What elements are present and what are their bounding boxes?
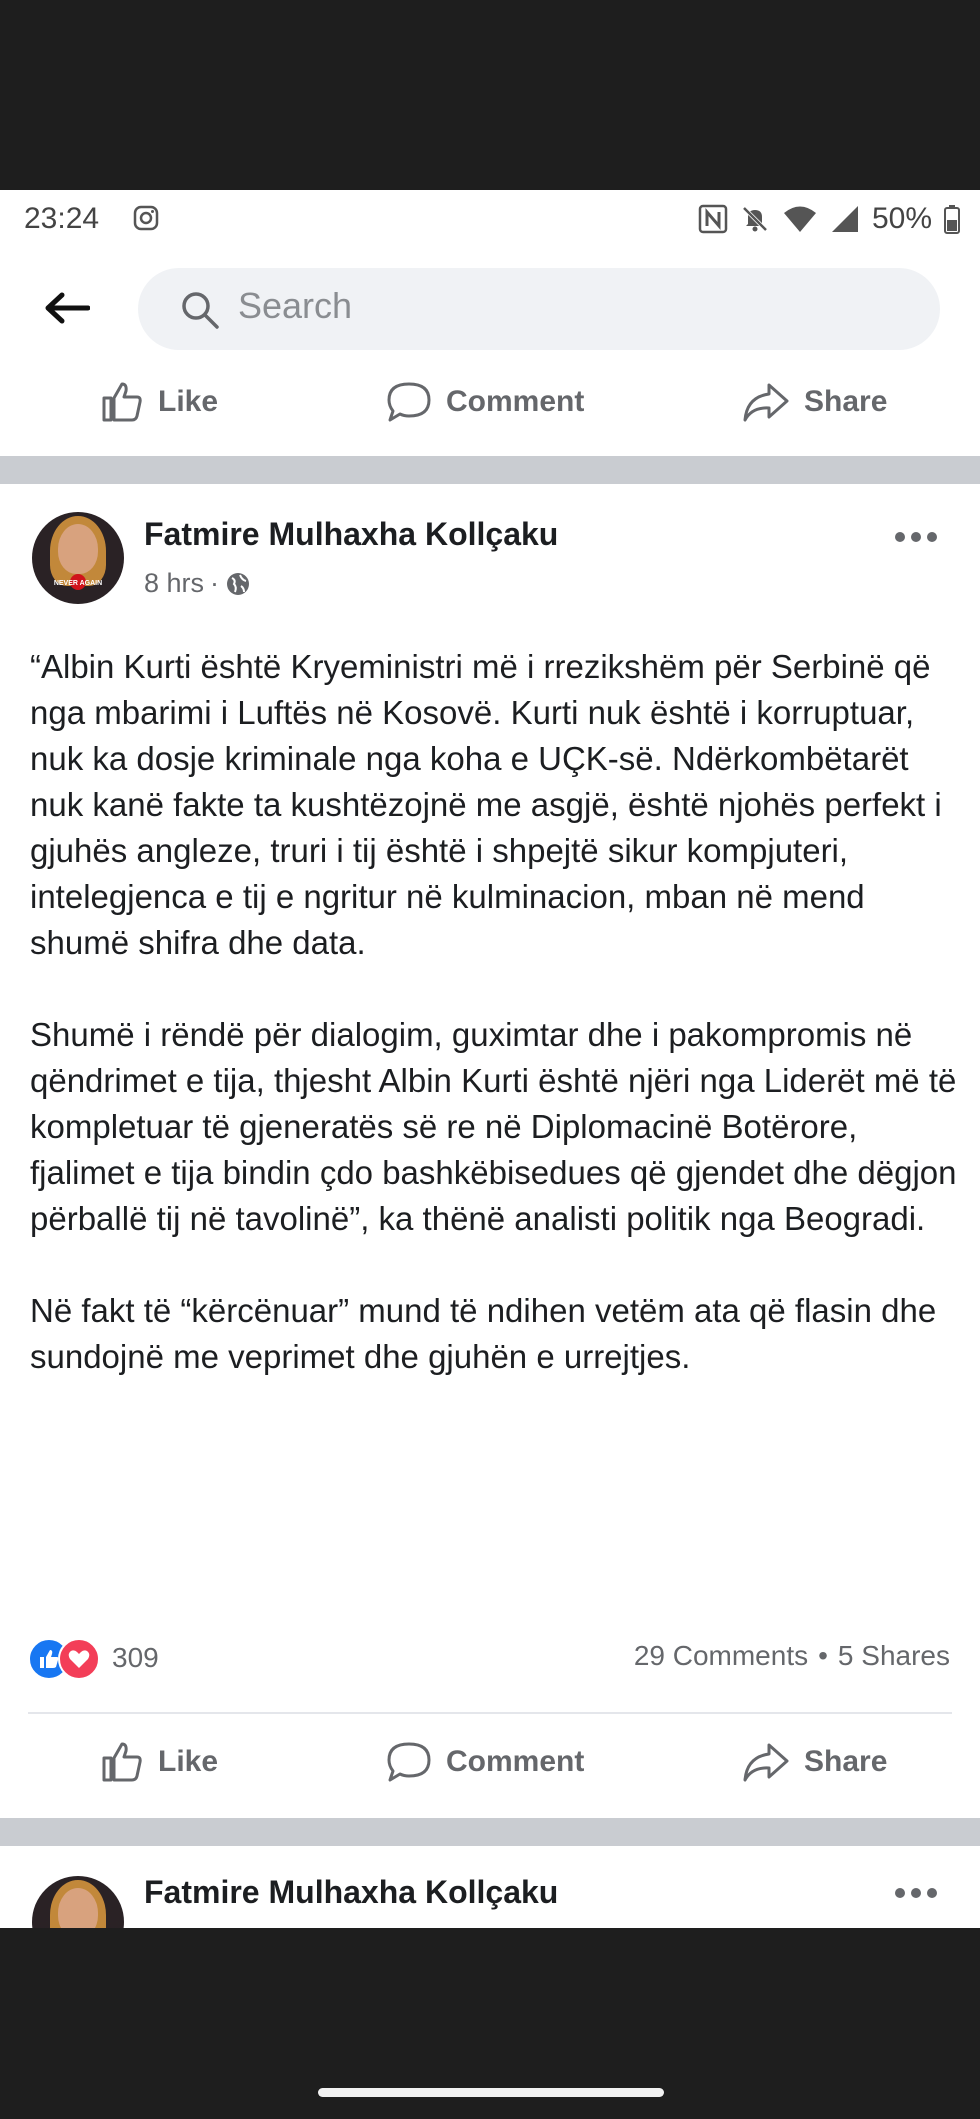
reaction-icons bbox=[28, 1638, 102, 1680]
share-label: Share bbox=[804, 385, 888, 418]
post-header: NEVER AGAIN Fatmire Mulhaxha Kollçaku 8 … bbox=[0, 484, 980, 604]
back-arrow-icon[interactable] bbox=[44, 290, 90, 326]
top-black-bar bbox=[0, 0, 980, 190]
author-avatar[interactable] bbox=[32, 1876, 124, 1928]
post-paragraph: Në fakt të “kërcënuar” mund të ndihen ve… bbox=[30, 1292, 937, 1375]
post-actions: Like Comment Share bbox=[0, 1716, 980, 1808]
wifi-icon bbox=[783, 206, 816, 232]
post-separator bbox=[0, 456, 980, 484]
like-button[interactable]: Like bbox=[100, 356, 218, 448]
comment-icon bbox=[387, 382, 431, 422]
comments-count[interactable]: 29 Comments bbox=[634, 1640, 808, 1672]
like-icon bbox=[102, 382, 142, 422]
status-icons: 50% bbox=[698, 202, 960, 236]
share-icon bbox=[743, 1743, 789, 1782]
post-timestamp[interactable]: 8 hrs · bbox=[144, 568, 251, 599]
share-label: Share bbox=[804, 1745, 888, 1778]
author-avatar[interactable]: NEVER AGAIN bbox=[32, 512, 124, 604]
search-icon bbox=[182, 292, 219, 329]
reactions-count: 309 bbox=[112, 1642, 159, 1673]
post-paragraph: Shumë i rëndë për dialogim, guximtar dhe… bbox=[30, 1016, 957, 1237]
comment-button[interactable]: Comment bbox=[386, 1716, 584, 1808]
author-name[interactable]: Fatmire Mulhaxha Kollçaku bbox=[144, 1874, 558, 1911]
counts-separator-dot: • bbox=[818, 1640, 828, 1671]
battery-percent: 50% bbox=[871, 202, 932, 235]
share-button[interactable]: Share bbox=[742, 1716, 887, 1808]
more-options-icon[interactable] bbox=[894, 1886, 938, 1900]
globe-icon bbox=[227, 572, 250, 595]
like-button[interactable]: Like bbox=[100, 1716, 218, 1808]
time-separator-dot: · bbox=[210, 568, 220, 598]
search-input[interactable]: Search bbox=[238, 285, 352, 327]
post-paragraph: “Albin Kurti është Kryeministri më i rre… bbox=[30, 648, 942, 961]
mute-icon bbox=[742, 206, 768, 232]
home-indicator[interactable] bbox=[318, 2088, 664, 2097]
like-label: Like bbox=[158, 385, 219, 418]
nfc-icon bbox=[698, 204, 728, 234]
next-post-header: Fatmire Mulhaxha Kollçaku bbox=[0, 1846, 980, 1928]
avatar-face bbox=[58, 524, 98, 574]
post-time-text: 8 hrs bbox=[144, 568, 205, 598]
comment-label: Comment bbox=[446, 385, 585, 418]
comment-label: Comment bbox=[446, 1745, 585, 1778]
share-button[interactable]: Share bbox=[742, 356, 887, 448]
engagement-counts: 29 Comments • 5 Shares bbox=[634, 1640, 950, 1672]
avatar-caption: NEVER AGAIN bbox=[53, 580, 103, 587]
status-time: 23:24 bbox=[24, 202, 100, 235]
comment-button[interactable]: Comment bbox=[386, 356, 584, 448]
instagram-icon bbox=[133, 205, 159, 231]
like-label: Like bbox=[158, 1745, 219, 1778]
like-icon bbox=[102, 1742, 142, 1782]
actions-divider bbox=[28, 1712, 952, 1714]
love-reaction-icon bbox=[58, 1638, 100, 1680]
reactions-summary[interactable]: 309 bbox=[28, 1638, 159, 1680]
prev-post-actions: Like Comment Share bbox=[0, 356, 980, 448]
shares-count[interactable]: 5 Shares bbox=[838, 1640, 950, 1672]
comment-icon bbox=[387, 1742, 431, 1782]
author-name[interactable]: Fatmire Mulhaxha Kollçaku bbox=[144, 516, 558, 553]
more-options-icon[interactable] bbox=[894, 530, 938, 544]
post-body: “Albin Kurti është Kryeministri më i rre… bbox=[30, 644, 960, 1380]
share-icon bbox=[743, 383, 789, 422]
post-separator bbox=[0, 1818, 980, 1846]
signal-icon bbox=[831, 206, 858, 232]
battery-icon bbox=[944, 205, 960, 234]
